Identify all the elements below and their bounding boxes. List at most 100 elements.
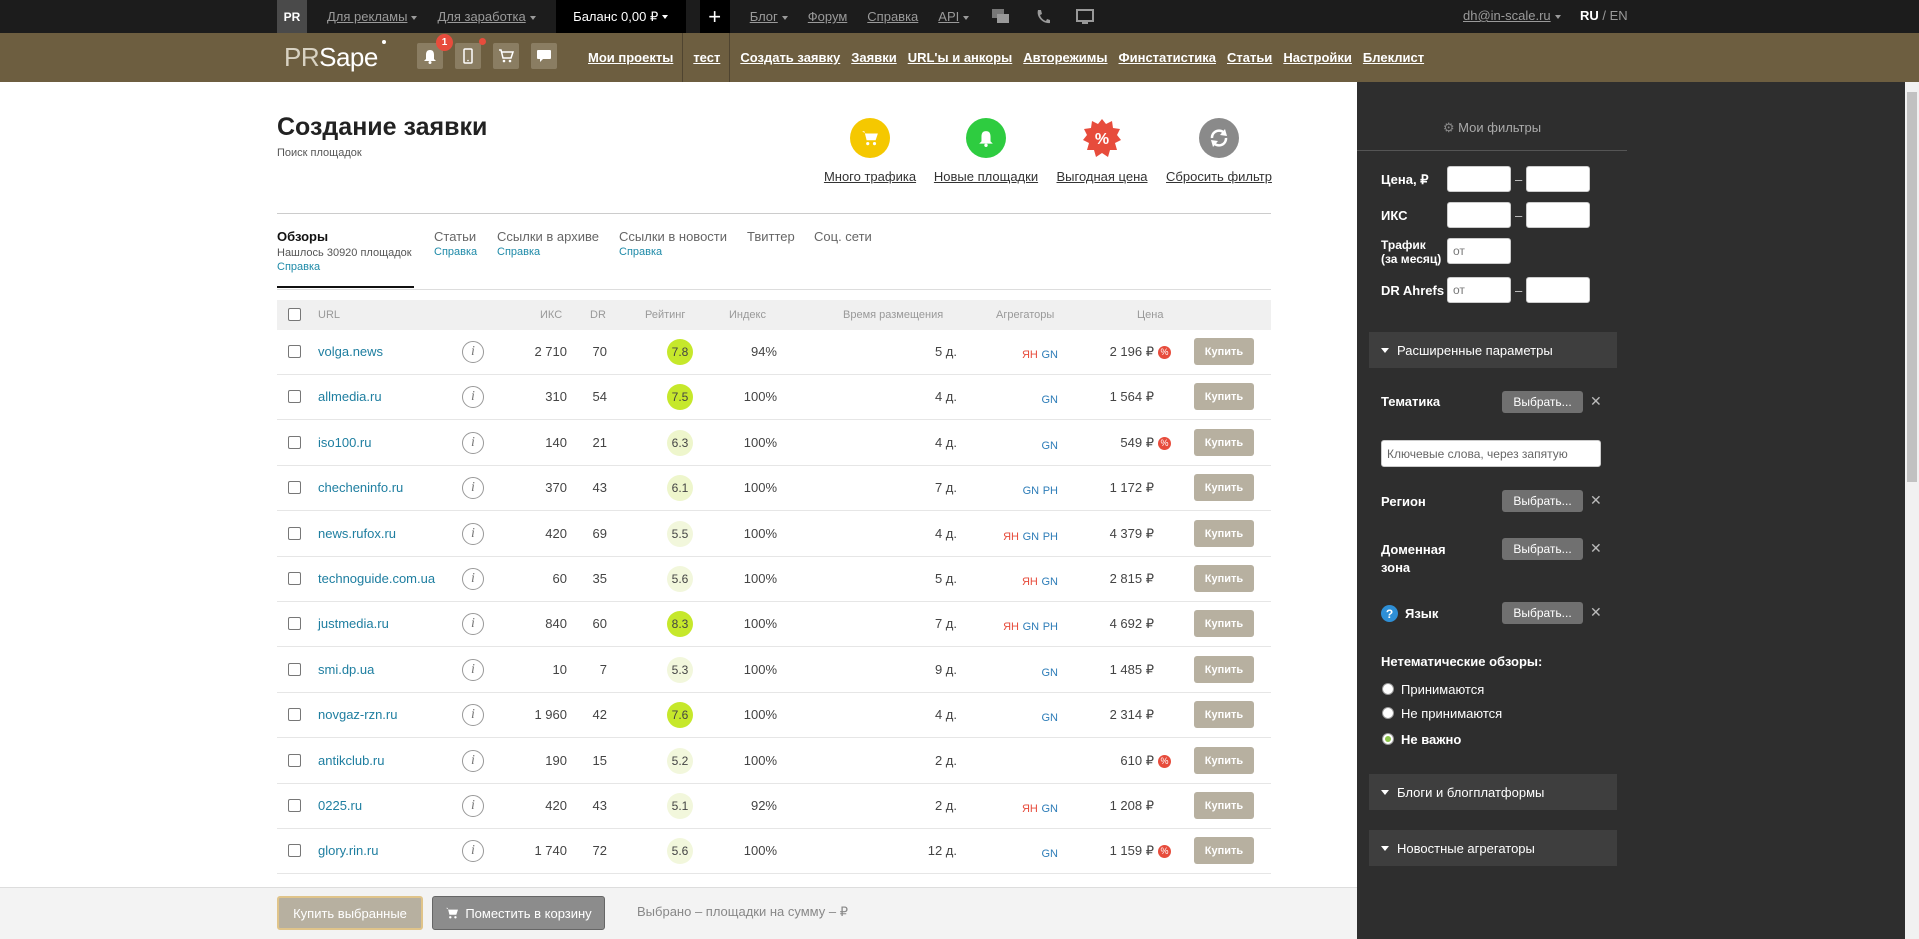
buy-button[interactable]: Купить: [1194, 792, 1254, 819]
col-index[interactable]: Индекс: [729, 309, 766, 321]
site-url-link[interactable]: justmedia.ru: [318, 616, 389, 631]
nav-urls-anchors[interactable]: URL'ы и анкоры: [908, 50, 1013, 65]
row-checkbox[interactable]: [288, 799, 301, 812]
col-placement-time[interactable]: Время размещения: [843, 309, 943, 321]
site-url-link[interactable]: news.rufox.ru: [318, 526, 396, 541]
nav-my-projects[interactable]: Мои проекты: [588, 50, 673, 65]
add-funds-button[interactable]: +: [699, 0, 730, 33]
tab-news-links[interactable]: Ссылки в новости: [619, 229, 727, 244]
row-checkbox[interactable]: [288, 481, 301, 494]
row-checkbox[interactable]: [288, 617, 301, 630]
tab-archive-links[interactable]: Ссылки в архиве: [497, 229, 599, 244]
tab-articles[interactable]: Статьи: [434, 229, 476, 244]
user-email-dropdown[interactable]: dh@in-scale.ru: [1463, 8, 1561, 23]
row-checkbox[interactable]: [288, 663, 301, 676]
tab-archive-help-link[interactable]: Справка: [497, 246, 540, 258]
buy-button[interactable]: Купить: [1194, 656, 1254, 683]
top-link-api[interactable]: API: [938, 9, 970, 24]
site-url-link[interactable]: smi.dp.ua: [318, 662, 374, 677]
radio-doesnt-matter[interactable]: [1382, 733, 1394, 745]
select-all-checkbox[interactable]: [288, 308, 301, 321]
top-link-advertisers[interactable]: Для рекламы: [327, 9, 418, 24]
top-link-blog[interactable]: Блог: [750, 9, 788, 24]
quick-filter-reset[interactable]: Сбросить фильтр: [1163, 118, 1275, 184]
row-checkbox[interactable]: [288, 345, 301, 358]
lang-en[interactable]: EN: [1610, 8, 1628, 23]
nav-automodes[interactable]: Авторежимы: [1023, 50, 1107, 65]
info-icon[interactable]: i: [462, 341, 484, 363]
cart-button[interactable]: [493, 43, 519, 69]
region-choose-button[interactable]: Выбрать...: [1502, 490, 1583, 512]
buy-button[interactable]: Купить: [1194, 837, 1254, 864]
site-url-link[interactable]: 0225.ru: [318, 798, 362, 813]
topic-clear-icon[interactable]: ✕: [1590, 393, 1602, 410]
radio-not-accepted-label[interactable]: Не принимаются: [1401, 706, 1502, 721]
site-url-link[interactable]: volga.news: [318, 344, 383, 359]
chat-bubbles-icon[interactable]: [991, 7, 1011, 27]
domain-zone-clear-icon[interactable]: ✕: [1590, 540, 1602, 557]
price-to-input[interactable]: [1526, 166, 1590, 192]
topic-choose-button[interactable]: Выбрать...: [1502, 391, 1583, 413]
site-url-link[interactable]: technoguide.com.ua: [318, 571, 435, 586]
info-icon[interactable]: i: [462, 795, 484, 817]
row-checkbox[interactable]: [288, 527, 301, 540]
my-filters-link[interactable]: ⚙ Мои фильтры: [1357, 120, 1627, 136]
info-icon[interactable]: i: [462, 840, 484, 862]
site-url-link[interactable]: novgaz-rzn.ru: [318, 707, 397, 722]
tab-news-help-link[interactable]: Справка: [619, 246, 662, 258]
buy-button[interactable]: Купить: [1194, 520, 1254, 547]
pr-logo[interactable]: PR: [277, 0, 307, 33]
monitor-icon[interactable]: [1075, 7, 1095, 27]
radio-accepted-label[interactable]: Принимаются: [1401, 682, 1484, 697]
region-clear-icon[interactable]: ✕: [1590, 492, 1602, 509]
info-icon[interactable]: i: [462, 659, 484, 681]
brand-logo[interactable]: PRSape: [284, 40, 386, 73]
buy-button[interactable]: Купить: [1194, 610, 1254, 637]
tab-reviews[interactable]: Обзоры: [277, 229, 328, 244]
news-aggregators-toggle[interactable]: Новостные агрегаторы: [1369, 830, 1617, 866]
top-link-forum[interactable]: Форум: [808, 9, 848, 24]
col-dr[interactable]: DR: [590, 309, 606, 321]
top-link-earn[interactable]: Для заработка: [437, 9, 536, 24]
col-iks[interactable]: ИКС: [540, 309, 562, 321]
mobile-button[interactable]: [455, 43, 481, 69]
nav-create-request[interactable]: Создать заявку: [740, 50, 840, 65]
tab-articles-help-link[interactable]: Справка: [434, 246, 477, 258]
info-icon[interactable]: i: [462, 432, 484, 454]
phone-icon[interactable]: [1033, 7, 1053, 27]
quick-filter-price[interactable]: % Выгодная цена: [1054, 118, 1150, 184]
iks-to-input[interactable]: [1526, 202, 1590, 228]
col-rating[interactable]: Рейтинг: [645, 309, 685, 321]
row-checkbox[interactable]: [288, 754, 301, 767]
row-checkbox[interactable]: [288, 708, 301, 721]
add-to-cart-button[interactable]: Поместить в корзину: [432, 896, 605, 930]
buy-button[interactable]: Купить: [1194, 429, 1254, 456]
buy-button[interactable]: Купить: [1194, 383, 1254, 410]
language-choose-button[interactable]: Выбрать...: [1502, 602, 1583, 624]
extended-params-toggle[interactable]: Расширенные параметры: [1369, 332, 1617, 368]
domain-zone-choose-button[interactable]: Выбрать...: [1502, 538, 1583, 560]
info-icon[interactable]: i: [462, 568, 484, 590]
dr-to-input[interactable]: [1526, 277, 1590, 303]
info-icon[interactable]: i: [462, 613, 484, 635]
col-aggregators[interactable]: Агрегаторы: [996, 309, 1054, 321]
nav-project-test[interactable]: тест: [693, 50, 720, 65]
tab-twitter[interactable]: Твиттер: [747, 229, 795, 244]
nav-articles[interactable]: Статьи: [1227, 50, 1272, 65]
info-icon[interactable]: i: [462, 704, 484, 726]
tab-social[interactable]: Соц. сети: [814, 229, 872, 244]
nav-blacklist[interactable]: Блеклист: [1363, 50, 1424, 65]
site-url-link[interactable]: checheninfo.ru: [318, 480, 403, 495]
quick-filter-traffic[interactable]: Много трафика: [820, 118, 920, 184]
nav-settings[interactable]: Настройки: [1283, 50, 1352, 65]
tab-reviews-help-link[interactable]: Справка: [277, 261, 320, 273]
site-url-link[interactable]: allmedia.ru: [318, 389, 382, 404]
price-from-input[interactable]: [1447, 166, 1511, 192]
row-checkbox[interactable]: [288, 844, 301, 857]
quick-filter-new[interactable]: Новые площадки: [932, 118, 1040, 184]
lang-ru[interactable]: RU: [1580, 8, 1599, 23]
language-clear-icon[interactable]: ✕: [1590, 604, 1602, 621]
col-url[interactable]: URL: [318, 309, 340, 321]
buy-button[interactable]: Купить: [1194, 701, 1254, 728]
top-link-help[interactable]: Справка: [867, 9, 918, 24]
